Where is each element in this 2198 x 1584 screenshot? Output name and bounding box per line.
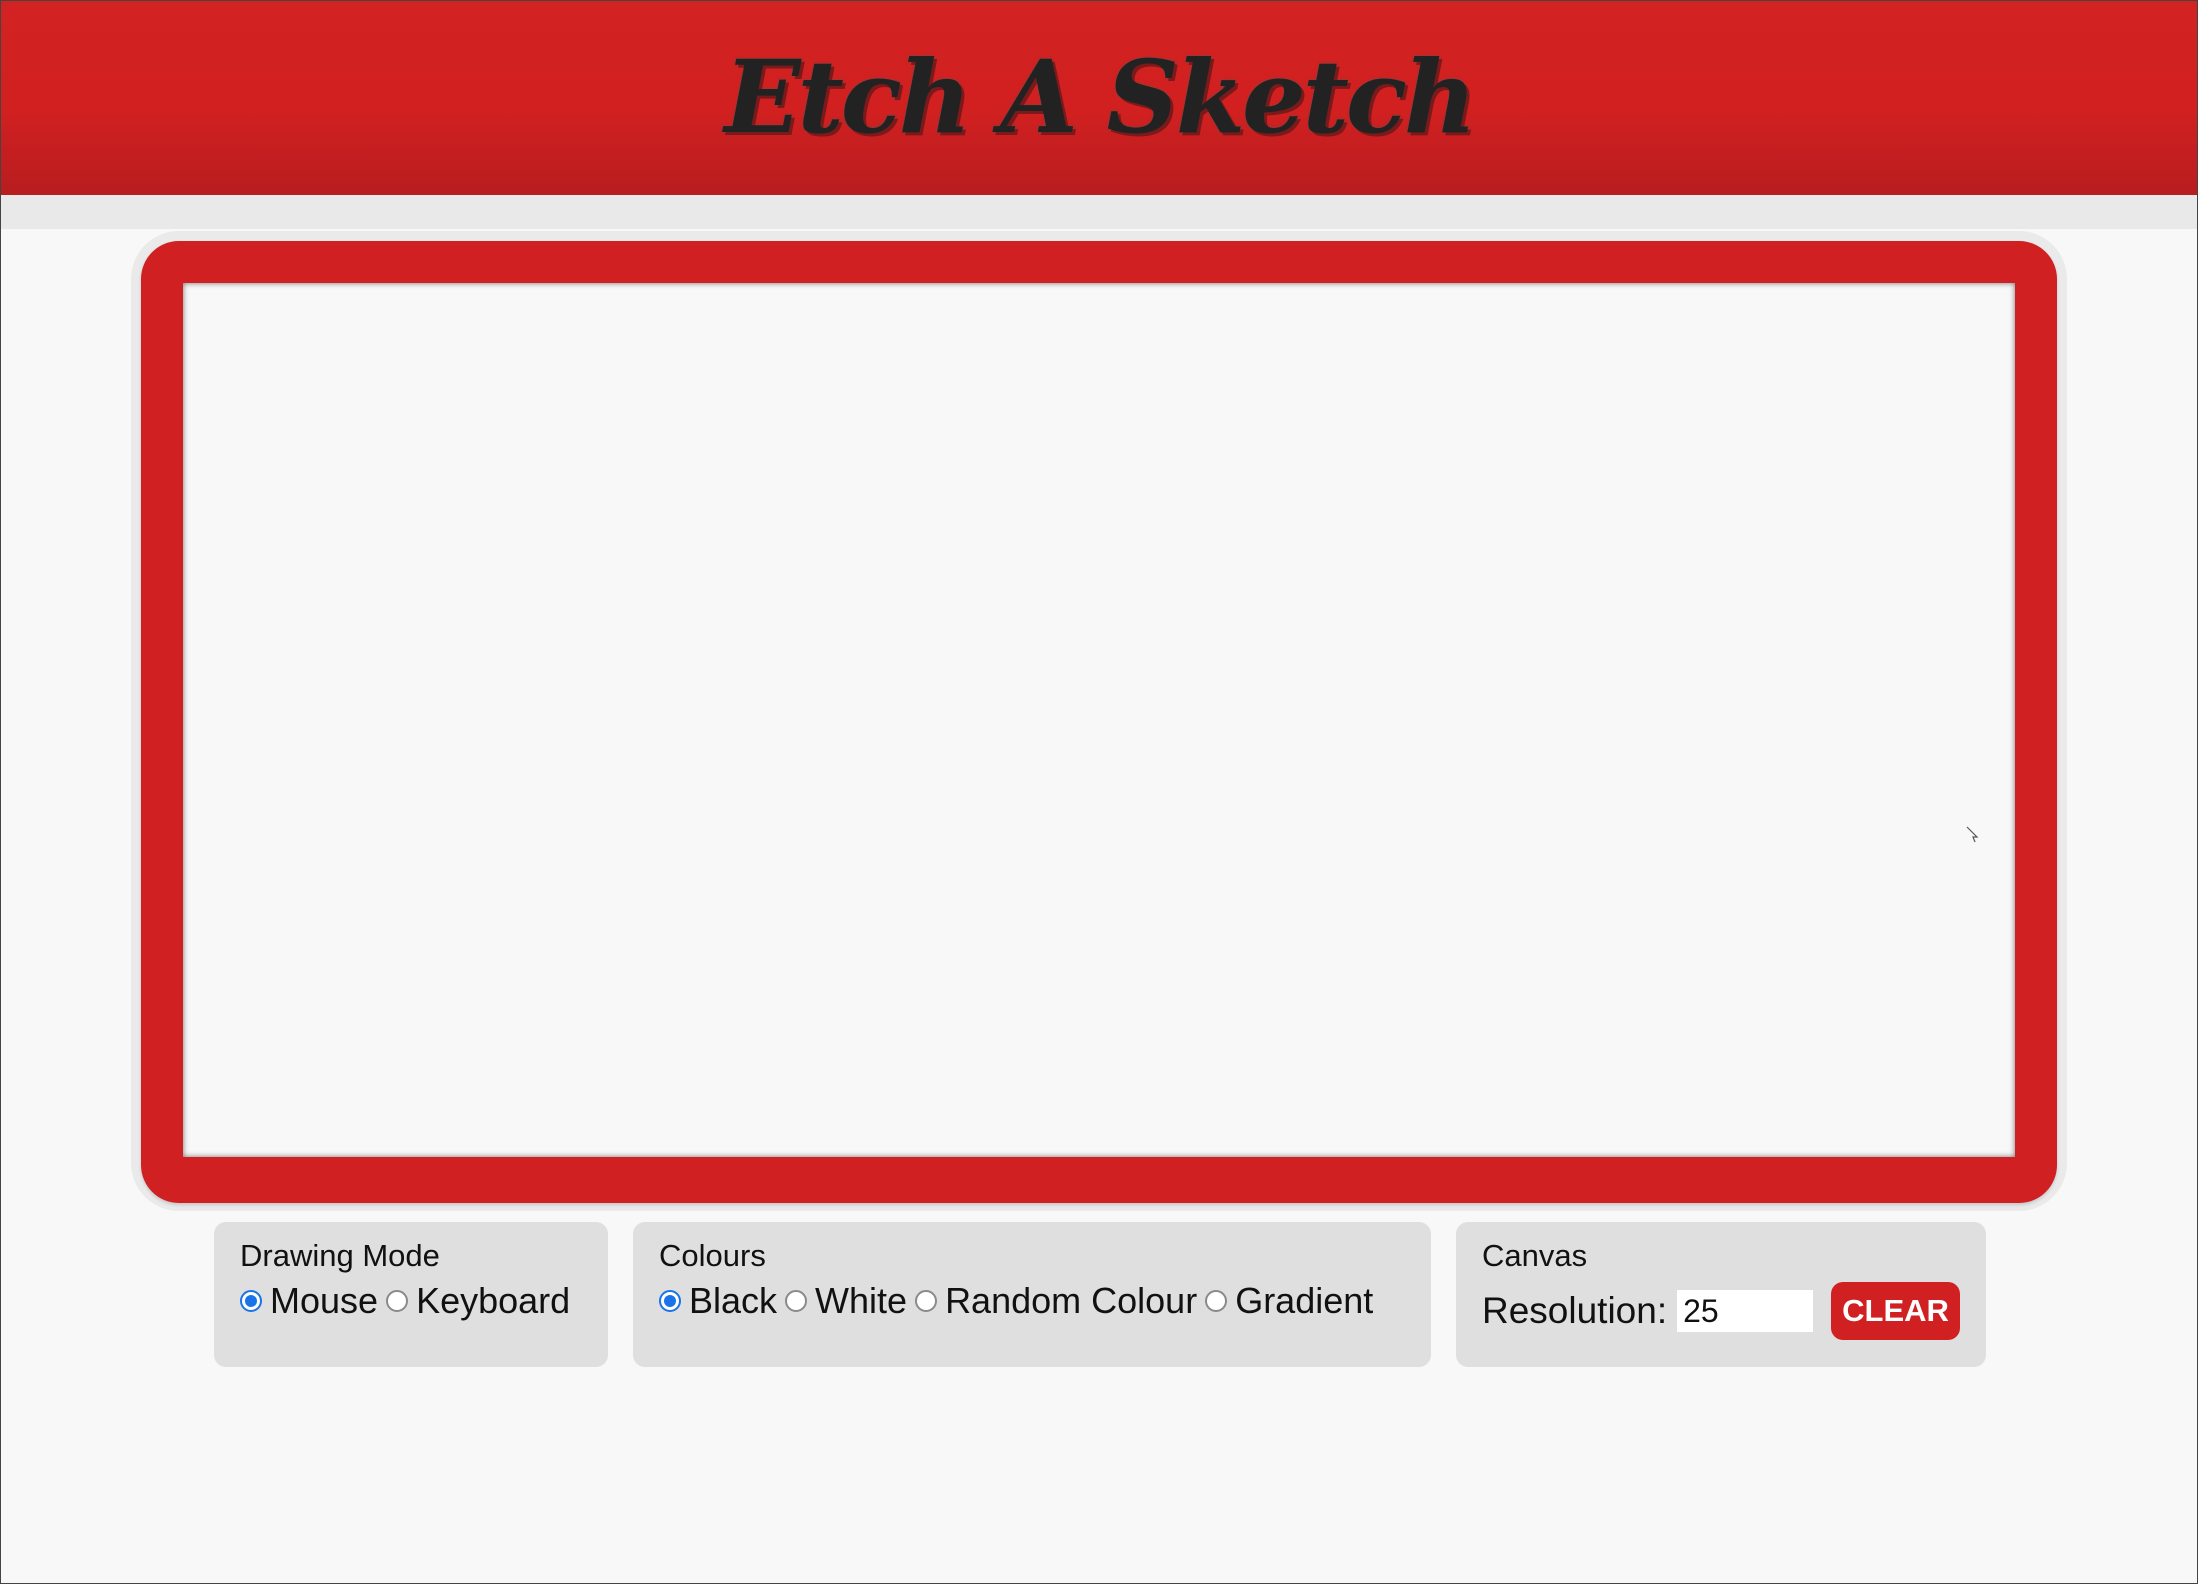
- black-radio[interactable]: [659, 1290, 681, 1312]
- etch-frame: [141, 241, 2057, 1203]
- black-label[interactable]: Black: [689, 1280, 777, 1322]
- resolution-input[interactable]: [1677, 1290, 1814, 1332]
- mouse-label[interactable]: Mouse: [270, 1280, 378, 1322]
- white-radio[interactable]: [785, 1290, 808, 1312]
- random-colour-radio[interactable]: [915, 1290, 938, 1312]
- canvas-panel: Canvas Resolution: CLEAR: [1456, 1222, 1986, 1367]
- drawing-mode-options: Mouse Keyboard: [240, 1280, 582, 1322]
- canvas-title: Canvas: [1482, 1238, 1588, 1273]
- white-label[interactable]: White: [815, 1280, 907, 1322]
- random-colour-label[interactable]: Random Colour: [945, 1280, 1197, 1322]
- drawing-canvas[interactable]: [183, 283, 2015, 1157]
- header-divider: [1, 195, 2197, 229]
- colours-panel: Colours Black White Random Colour Gradie…: [633, 1222, 1431, 1367]
- pointer-cursor-icon: [1966, 826, 1979, 843]
- keyboard-label[interactable]: Keyboard: [416, 1280, 570, 1322]
- keyboard-radio[interactable]: [386, 1290, 409, 1312]
- clear-button[interactable]: CLEAR: [1831, 1282, 1960, 1340]
- gradient-radio[interactable]: [1205, 1290, 1228, 1312]
- resolution-label: Resolution:: [1482, 1290, 1668, 1331]
- drawing-mode-title: Drawing Mode: [240, 1238, 440, 1273]
- canvas-controls: Resolution: CLEAR: [1482, 1282, 1960, 1340]
- header-bar: Etch A Sketch: [1, 1, 2197, 195]
- drawing-mode-panel: Drawing Mode Mouse Keyboard: [214, 1222, 608, 1367]
- mouse-radio[interactable]: [240, 1290, 262, 1312]
- colours-options: Black White Random Colour Gradient: [659, 1280, 1405, 1322]
- colours-title: Colours: [659, 1238, 766, 1273]
- gradient-label[interactable]: Gradient: [1235, 1280, 1373, 1322]
- app-title: Etch A Sketch: [724, 38, 1476, 156]
- app-page: Etch A Sketch Drawing Mode Mouse Keyboar…: [0, 0, 2198, 1584]
